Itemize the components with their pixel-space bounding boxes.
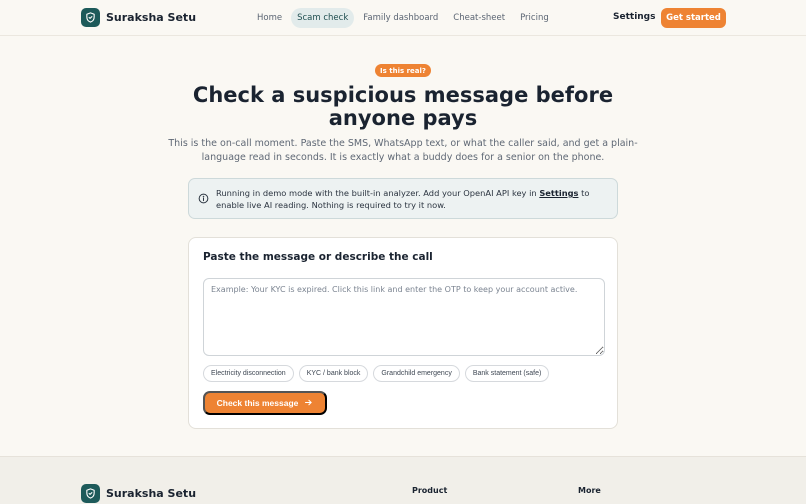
example-chips: Electricity disconnection KYC / bank blo… [203, 365, 554, 382]
nav-item-family-dashboard[interactable]: Family dashboard [357, 8, 444, 28]
brand-home-link[interactable]: Suraksha Setu [81, 8, 196, 27]
message-input[interactable] [203, 278, 605, 356]
banner-settings-link[interactable]: Settings [539, 188, 578, 198]
chip-kyc-bank-block[interactable]: KYC / bank block [298, 365, 369, 382]
footer: Suraksha Setu Product More [0, 456, 806, 504]
chip-grandchild-emergency[interactable]: Grandchild emergency [373, 365, 460, 382]
check-message-label: Check this message [216, 398, 299, 408]
hero-badge: Is this real? [375, 64, 431, 77]
check-message-button[interactable]: Check this message [203, 391, 327, 415]
page-subtitle: This is the on-call moment. Paste the SM… [168, 138, 638, 163]
footer-heading-more: More [578, 486, 601, 495]
settings-link[interactable]: Settings [613, 12, 655, 22]
page-title: Check a suspicious message before anyone… [192, 83, 614, 130]
banner-text-before: Running in demo mode with the built-in a… [216, 188, 540, 198]
chip-electricity-disconnection[interactable]: Electricity disconnection [203, 365, 294, 382]
chip-bank-statement-safe[interactable]: Bank statement (safe) [464, 365, 550, 382]
shield-icon [81, 8, 100, 27]
brand-name: Suraksha Setu [106, 11, 197, 24]
demo-mode-banner: Running in demo mode with the built-in a… [188, 178, 618, 219]
nav-item-cheat-sheet[interactable]: Cheat-sheet [447, 8, 511, 28]
scam-check-card: Paste the message or describe the call E… [188, 237, 618, 429]
nav-item-home[interactable]: Home [251, 8, 288, 28]
banner-text: Running in demo mode with the built-in a… [216, 187, 612, 211]
top-header: Suraksha Setu Home Scam check Family das… [0, 0, 806, 36]
footer-brand[interactable]: Suraksha Setu [81, 484, 196, 503]
footer-brand-name: Suraksha Setu [106, 487, 197, 500]
nav-item-pricing[interactable]: Pricing [514, 8, 555, 28]
nav-item-scam-check[interactable]: Scam check [291, 8, 355, 28]
main-nav: Home Scam check Family dashboard Cheat-s… [251, 8, 558, 28]
arrow-right-icon [304, 398, 313, 409]
get-started-button[interactable]: Get started [661, 8, 726, 28]
footer-heading-product: Product [412, 486, 448, 495]
shield-icon [81, 484, 100, 503]
info-icon [198, 189, 209, 208]
card-title: Paste the message or describe the call [203, 251, 433, 263]
